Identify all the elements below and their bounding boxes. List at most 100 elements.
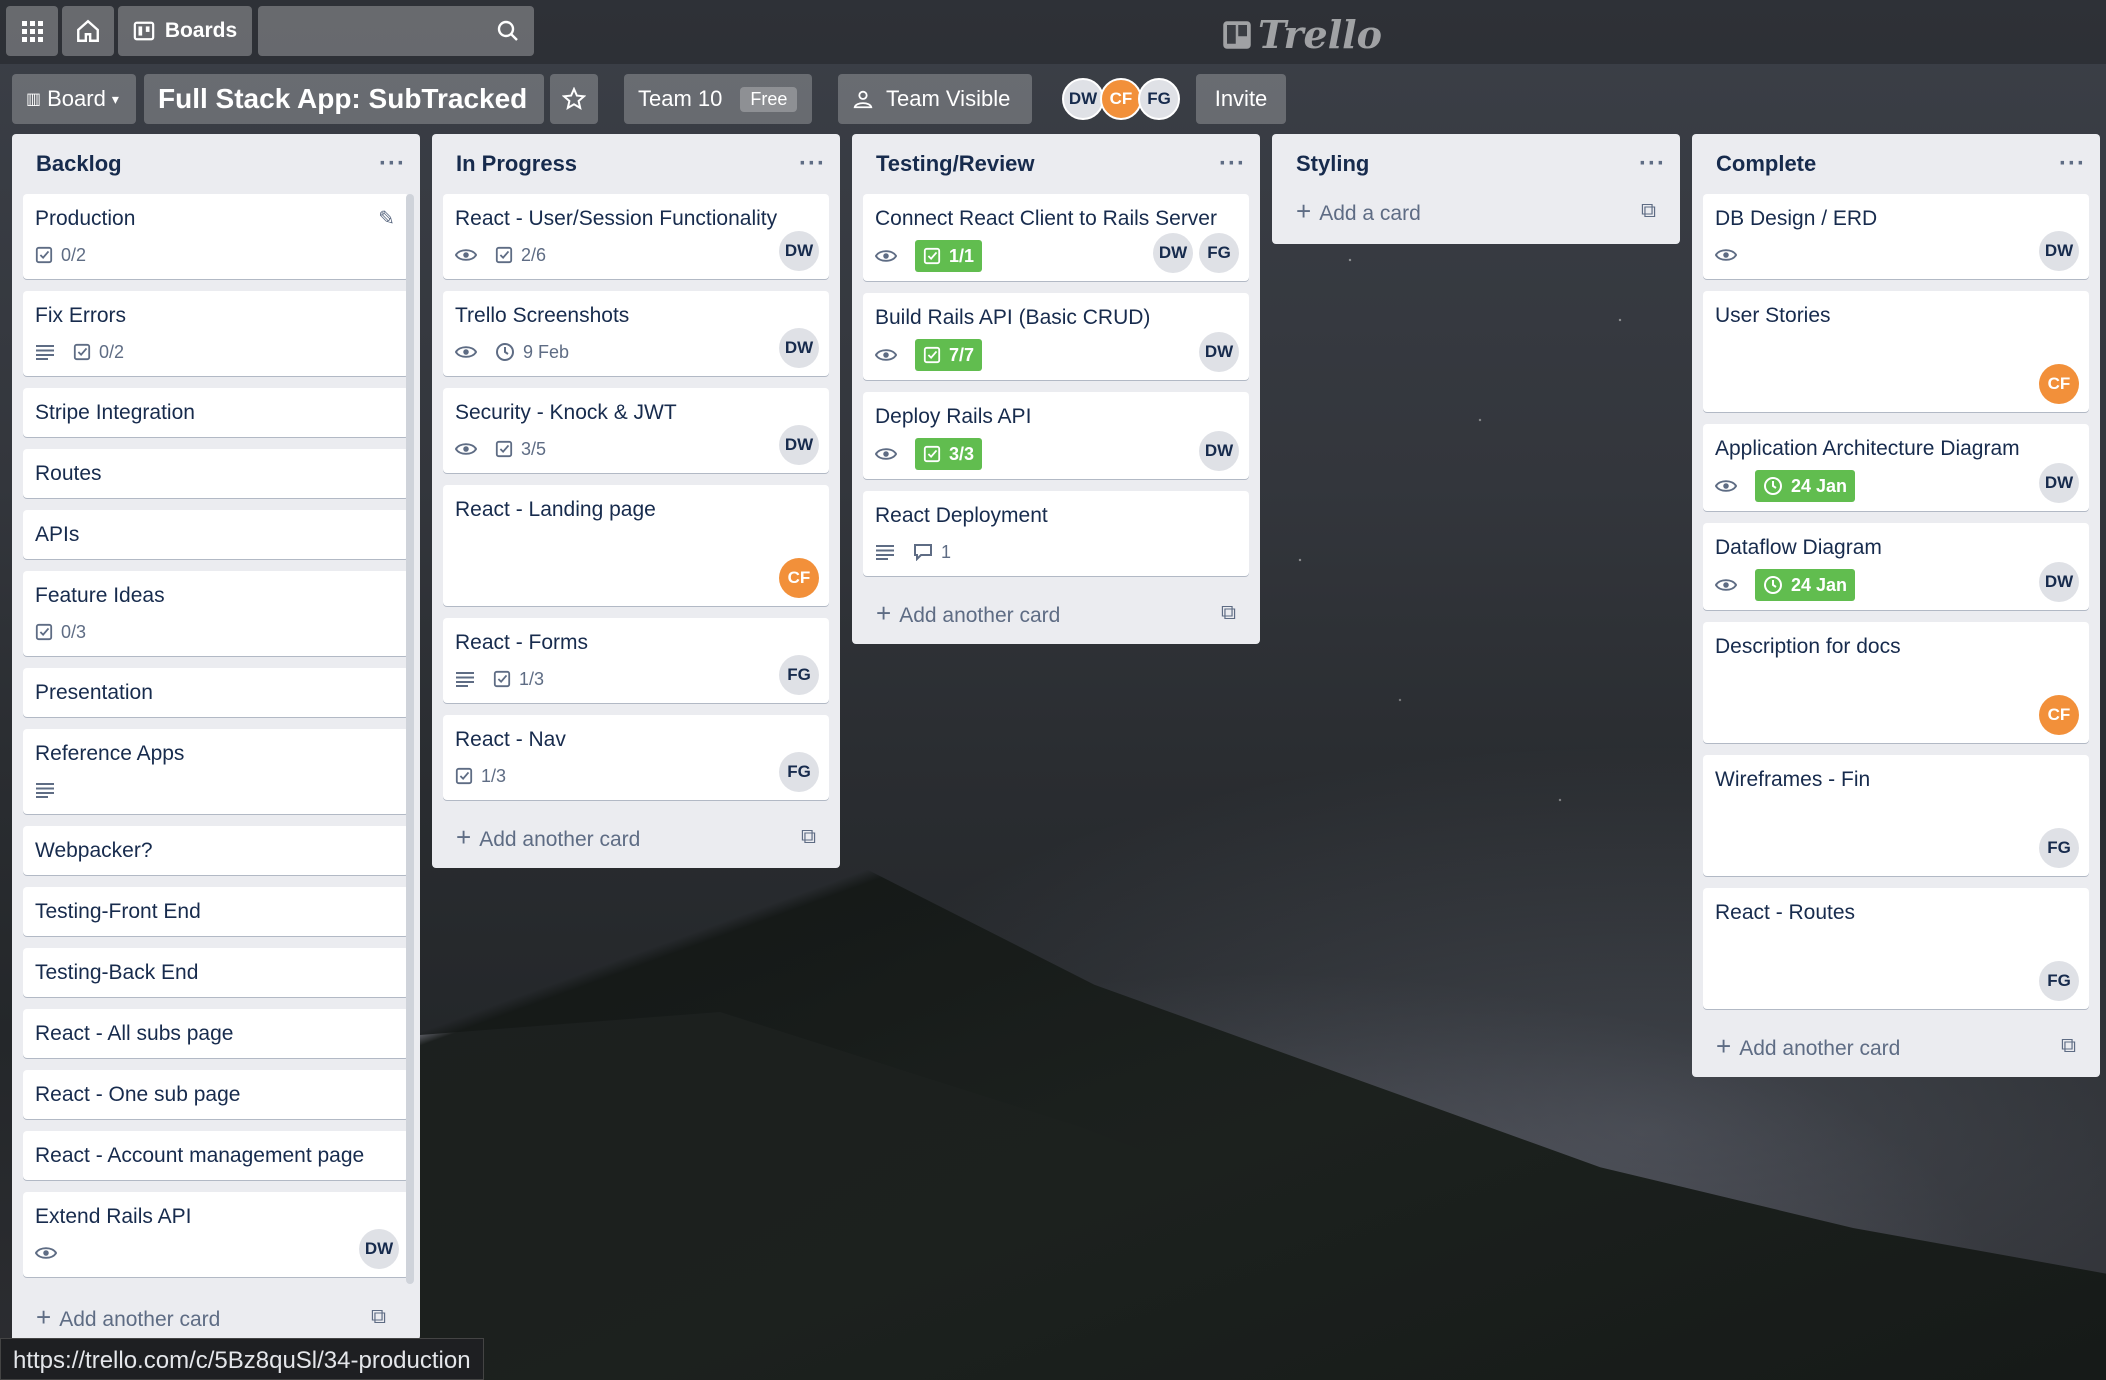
search-input[interactable] (258, 6, 534, 56)
avatar[interactable]: DW (359, 1229, 399, 1269)
home-icon (77, 19, 99, 42)
card[interactable]: React - One sub page (23, 1070, 409, 1119)
add-card-button[interactable]: + Add another card ⧉ (1692, 1021, 2100, 1077)
card[interactable]: Fix Errors 0/2 (23, 291, 409, 376)
avatar[interactable]: DW (779, 231, 819, 271)
card-badges: 3/3 (875, 438, 1237, 470)
home-button[interactable] (62, 6, 114, 56)
trello-logo[interactable]: Trello (1222, 12, 1382, 57)
status-bar-url: https://trello.com/c/5Bz8quSl/34-product… (0, 1338, 484, 1380)
list-styling: Styling ··· + Add a card ⧉ (1272, 134, 1680, 244)
avatar[interactable]: DW (2039, 463, 2079, 503)
card[interactable]: User Stories CF (1703, 291, 2089, 412)
list-title[interactable]: Styling (1296, 151, 1369, 177)
card[interactable]: React - All subs page (23, 1009, 409, 1058)
card-list: React - User/Session Functionality 2/6 DW T… (432, 194, 840, 800)
card[interactable]: Presentation (23, 668, 409, 717)
chevron-down-icon: ▾ (111, 90, 119, 107)
card[interactable]: Application Architecture Diagram 24 Jan DW (1703, 424, 2089, 511)
card[interactable]: React - Nav 1/3 FG (443, 715, 829, 800)
avatar[interactable]: CF (779, 558, 819, 598)
add-card-button[interactable]: + Add another card ⧉ (852, 588, 1260, 644)
checklist-badge: 3/3 (915, 438, 983, 470)
card[interactable]: Connect React Client to Rails Server 1/1 D… (863, 194, 1249, 281)
avatar[interactable]: FG (779, 655, 819, 695)
edit-pencil-icon[interactable]: ✎ (378, 206, 395, 231)
card[interactable]: Dataflow Diagram 24 Jan DW (1703, 523, 2089, 610)
card[interactable]: React - Routes FG (1703, 888, 2089, 1009)
board-title[interactable]: Full Stack App: SubTracked (144, 74, 544, 124)
avatar[interactable]: FG (2039, 961, 2079, 1001)
card[interactable]: Build Rails API (Basic CRUD) 7/7 DW (863, 293, 1249, 380)
list-menu-icon[interactable]: ··· (379, 150, 406, 178)
card[interactable]: Deploy Rails API 3/3 DW (863, 392, 1249, 479)
list-menu-icon[interactable]: ··· (799, 150, 826, 178)
list-header: In Progress ··· (432, 134, 840, 194)
card[interactable]: React - Account management page (23, 1131, 409, 1180)
avatar[interactable]: DW (1153, 233, 1193, 273)
card[interactable]: Trello Screenshots 9 Feb DW (443, 291, 829, 376)
add-card-button[interactable]: + Add another card ⧉ (432, 812, 840, 868)
card[interactable]: Description for docs CF (1703, 622, 2089, 743)
board-view-switcher[interactable]: ▥ Board ▾ (12, 74, 136, 124)
card[interactable]: React - Landing page CF (443, 485, 829, 606)
card[interactable]: Wireframes - Fin FG (1703, 755, 2089, 876)
avatar[interactable]: CF (2039, 364, 2079, 404)
card[interactable]: Testing-Front End (23, 887, 409, 936)
avatar[interactable]: FG (1199, 233, 1239, 273)
card[interactable]: React - Forms 1/3 FG (443, 618, 829, 703)
top-header: Boards Trello (0, 0, 2106, 64)
avatar[interactable]: DW (1199, 332, 1239, 372)
card-template-icon[interactable]: ⧉ (1221, 601, 1236, 625)
card[interactable]: Feature Ideas 0/3 (23, 571, 409, 656)
list-title[interactable]: Backlog (36, 151, 122, 177)
list-scrollbar[interactable] (406, 194, 414, 1284)
avatar[interactable]: DW (779, 328, 819, 368)
avatar[interactable]: DW (1062, 78, 1104, 120)
list-title[interactable]: In Progress (456, 151, 577, 177)
card[interactable]: React - User/Session Functionality 2/6 DW (443, 194, 829, 279)
list-title[interactable]: Testing/Review (876, 151, 1035, 177)
apps-button[interactable] (6, 6, 58, 56)
list-menu-icon[interactable]: ··· (2059, 150, 2086, 178)
avatar[interactable]: DW (1199, 431, 1239, 471)
visibility-button[interactable]: Team Visible (838, 74, 1032, 124)
list-menu-icon[interactable]: ··· (1219, 150, 1246, 178)
due-badge[interactable]: 9 Feb (495, 342, 569, 363)
avatar[interactable]: FG (779, 752, 819, 792)
card[interactable]: Stripe Integration (23, 388, 409, 437)
card-template-icon[interactable]: ⧉ (371, 1305, 386, 1329)
due-badge[interactable]: 24 Jan (1755, 470, 1856, 502)
card[interactable]: APIs (23, 510, 409, 559)
card-template-icon[interactable]: ⧉ (801, 825, 816, 849)
avatar[interactable]: FG (2039, 828, 2079, 868)
list-title[interactable]: Complete (1716, 151, 1816, 177)
card[interactable]: Security - Knock & JWT 3/5 DW (443, 388, 829, 473)
card[interactable]: DB Design / ERD DW (1703, 194, 2089, 279)
card[interactable]: Webpacker? (23, 826, 409, 875)
star-button[interactable] (550, 74, 598, 124)
list-menu-icon[interactable]: ··· (1639, 150, 1666, 178)
avatar[interactable]: DW (2039, 562, 2079, 602)
card-list: Production ✎ 0/2 Fix Errors 0/2 Stripe Integr… (12, 194, 420, 1277)
card-template-icon[interactable]: ⧉ (1641, 199, 1656, 223)
avatar[interactable]: CF (1100, 78, 1142, 120)
avatar[interactable]: FG (1138, 78, 1180, 120)
card-template-icon[interactable]: ⧉ (2061, 1034, 2076, 1058)
add-card-button[interactable]: + Add a card ⧉ (1272, 194, 1680, 244)
add-card-button[interactable]: + Add another card ⧉ (12, 1296, 410, 1338)
card[interactable]: Testing-Back End (23, 948, 409, 997)
due-badge[interactable]: 24 Jan (1755, 569, 1856, 601)
card-list: DB Design / ERD DW User Stories CF Applicati… (1692, 194, 2100, 1009)
card[interactable]: Routes (23, 449, 409, 498)
card[interactable]: Extend Rails API DW (23, 1192, 409, 1277)
avatar[interactable]: DW (2039, 231, 2079, 271)
avatar[interactable]: CF (2039, 695, 2079, 735)
card[interactable]: Reference Apps (23, 729, 409, 814)
card[interactable]: Production ✎ 0/2 (23, 194, 409, 279)
avatar[interactable]: DW (779, 425, 819, 465)
team-button[interactable]: Team 10 Free (624, 74, 812, 124)
card[interactable]: React Deployment 1 (863, 491, 1249, 576)
boards-button[interactable]: Boards (118, 6, 252, 56)
invite-button[interactable]: Invite (1196, 74, 1286, 124)
